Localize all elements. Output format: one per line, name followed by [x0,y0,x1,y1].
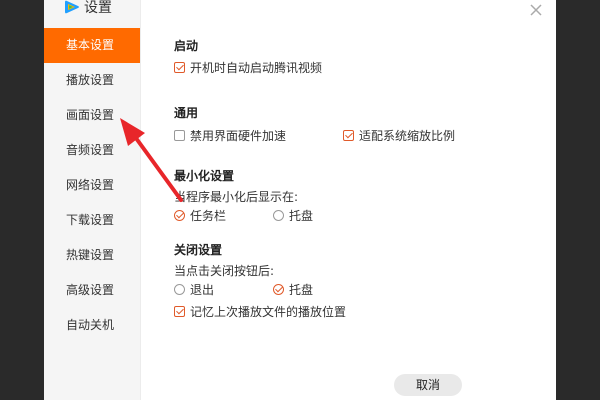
option-close-tray[interactable]: 托盘 [273,281,313,298]
option-remember-position-label: 记忆上次播放文件的播放位置 [190,305,347,319]
sidebar-item-hotkey[interactable]: 热键设置 [44,238,140,273]
radio-unchecked-icon[interactable] [273,210,284,221]
option-minimize-taskbar-label: 任务栏 [190,209,227,223]
option-minimize-taskbar[interactable]: 任务栏 [174,207,226,224]
option-auto-start[interactable]: 开机时自动启动腾讯视频 [174,59,322,76]
section-title-close: 关闭设置 [174,243,223,257]
section-title-general: 通用 [174,106,199,120]
checkbox-unchecked-icon[interactable] [174,130,185,141]
section-title-minimize: 最小化设置 [174,169,235,183]
window-title-text: 设置 [84,0,112,16]
close-prompt: 当点击关闭按钮后: [174,264,275,278]
sidebar: 设置 基本设置 播放设置 画面设置 音频设置 网络设置 下载设置 热键设置 高级… [44,0,141,400]
option-auto-start-label: 开机时自动启动腾讯视频 [190,61,323,75]
sidebar-item-advanced[interactable]: 高级设置 [44,273,140,308]
option-fit-scaling-label: 适配系统缩放比例 [359,129,456,143]
option-minimize-tray[interactable]: 托盘 [273,207,313,224]
checkbox-checked-icon[interactable] [343,130,354,141]
option-close-exit-label: 退出 [190,283,215,297]
option-close-exit[interactable]: 退出 [174,281,214,298]
settings-content: 启动 开机时自动启动腾讯视频 通用 禁用界面硬件加速 适配系统缩放比例 最小化设… [168,0,556,400]
minimize-prompt: 当程序最小化后显示在: [174,190,299,204]
sidebar-item-basic[interactable]: 基本设置 [44,28,140,63]
option-disable-hw-accel[interactable]: 禁用界面硬件加速 [174,127,286,144]
sidebar-item-network[interactable]: 网络设置 [44,168,140,203]
option-fit-scaling[interactable]: 适配系统缩放比例 [343,127,455,144]
sidebar-item-download[interactable]: 下载设置 [44,203,140,238]
sidebar-item-audio[interactable]: 音频设置 [44,133,140,168]
section-title-startup: 启动 [174,39,199,53]
option-close-tray-label: 托盘 [289,283,314,297]
window-title: 设置 [64,0,112,18]
checkbox-checked-icon[interactable] [174,306,185,317]
background-left [0,0,44,400]
radio-checked-icon[interactable] [174,210,185,221]
background-right [556,0,600,400]
sidebar-item-auto-shutdown[interactable]: 自动关机 [44,308,140,343]
radio-unchecked-icon[interactable] [174,284,185,295]
sidebar-item-playback[interactable]: 播放设置 [44,63,140,98]
checkbox-checked-icon[interactable] [174,62,185,73]
option-remember-position[interactable]: 记忆上次播放文件的播放位置 [174,303,346,320]
option-minimize-tray-label: 托盘 [289,209,314,223]
sidebar-nav: 基本设置 播放设置 画面设置 音频设置 网络设置 下载设置 热键设置 高级设置 … [44,28,140,343]
radio-checked-icon[interactable] [273,284,284,295]
option-disable-hw-accel-label: 禁用界面硬件加速 [190,129,287,143]
settings-dialog: 设置 基本设置 播放设置 画面设置 音频设置 网络设置 下载设置 热键设置 高级… [44,0,556,400]
sidebar-item-display[interactable]: 画面设置 [44,98,140,133]
cancel-button[interactable]: 取消 [394,374,462,396]
tencent-video-logo-icon [65,0,79,14]
